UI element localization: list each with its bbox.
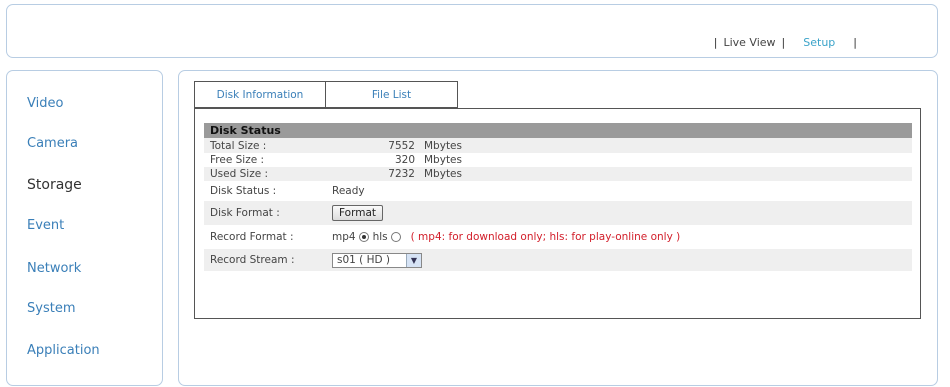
record-format-mp4-radio[interactable] — [358, 232, 369, 242]
nav-separator: | — [713, 36, 718, 49]
sidebar-item-video[interactable]: Video — [27, 96, 63, 111]
top-bar: | Live View | Setup | — [6, 4, 938, 58]
sidebar-item-camera[interactable]: Camera — [27, 136, 78, 151]
record-stream-label: Record Stream : — [210, 254, 295, 266]
setup-link[interactable]: Setup — [803, 36, 835, 49]
disk-status-table: Disk Status Total Size : 7552 Mbytes Fre… — [204, 123, 912, 271]
disk-format-label: Disk Format : — [210, 207, 280, 219]
free-size-unit: Mbytes — [424, 154, 462, 166]
sidebar-item-system[interactable]: System — [27, 301, 75, 316]
free-size-value: 320 — [394, 154, 415, 166]
record-format-mp4-label: mp4 — [332, 231, 356, 243]
tab-bar: Disk Information File List — [194, 81, 458, 108]
record-stream-select[interactable]: s01 ( HD ) ▼ — [332, 252, 422, 268]
disk-status-label: Disk Status : — [210, 185, 277, 197]
sidebar: Video Camera Storage Event Network Syste… — [6, 70, 163, 386]
top-nav: | Live View | Setup | — [708, 36, 863, 49]
nav-separator: | — [853, 36, 857, 49]
free-size-label: Free Size : — [210, 154, 265, 166]
used-size-label: Used Size : — [210, 168, 269, 180]
format-button[interactable]: Format — [332, 205, 384, 221]
tab-disk-information[interactable]: Disk Information — [194, 81, 326, 108]
record-format-hls-label: hls — [372, 231, 388, 243]
total-size-label: Total Size : — [210, 139, 267, 152]
record-format-row: Record Format : mp4 hls ( mp4: for downl… — [204, 225, 912, 249]
record-stream-row: Record Stream : s01 ( HD ) ▼ — [204, 249, 912, 271]
disk-info-panel: Disk Status Total Size : 7552 Mbytes Fre… — [194, 108, 921, 319]
disk-status-header: Disk Status — [204, 123, 912, 138]
used-size-row: Used Size : 7232 Mbytes — [204, 167, 912, 181]
sidebar-item-event[interactable]: Event — [27, 218, 64, 233]
free-size-row: Free Size : 320 Mbytes — [204, 153, 912, 167]
total-size-unit: Mbytes — [424, 139, 462, 152]
disk-status-value: Ready — [332, 185, 365, 197]
live-view-link[interactable]: Live View — [723, 36, 775, 49]
record-format-label: Record Format : — [210, 231, 294, 243]
disk-format-row: Disk Format : Format — [204, 201, 912, 225]
chevron-down-icon[interactable]: ▼ — [406, 253, 421, 267]
sidebar-item-network[interactable]: Network — [27, 261, 81, 276]
record-format-hls-radio[interactable] — [390, 232, 401, 242]
total-size-value: 7552 — [388, 139, 415, 152]
tab-file-list[interactable]: File List — [326, 81, 458, 108]
record-format-note: ( mp4: for download only; hls: for play-… — [410, 231, 681, 243]
used-size-unit: Mbytes — [424, 168, 462, 180]
sidebar-item-application[interactable]: Application — [27, 343, 100, 358]
record-stream-value: s01 ( HD ) — [337, 254, 391, 266]
disk-status-row: Disk Status : Ready — [204, 181, 912, 201]
used-size-value: 7232 — [388, 168, 415, 180]
nav-separator: | — [781, 36, 786, 49]
sidebar-item-storage[interactable]: Storage — [27, 177, 82, 193]
total-size-row: Total Size : 7552 Mbytes — [204, 138, 912, 153]
